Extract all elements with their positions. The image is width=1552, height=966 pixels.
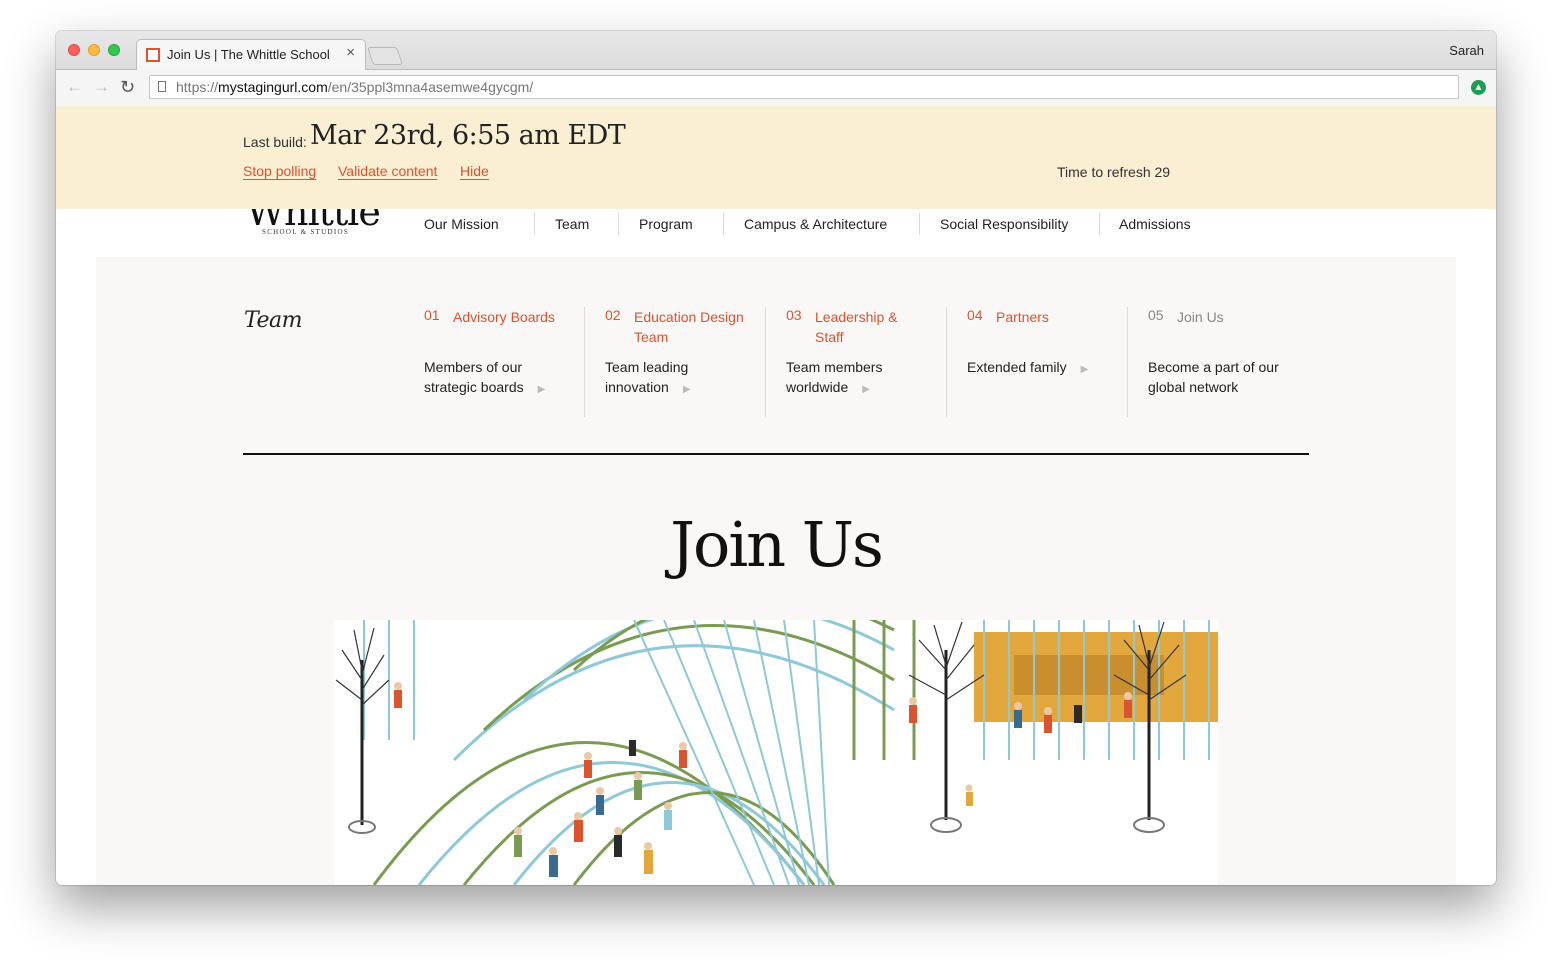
- column-divider: [765, 307, 766, 417]
- chevron-right-icon: ▶: [862, 384, 870, 395]
- logo-subtitle: SCHOOL & STUDIOS: [262, 228, 350, 236]
- browser-tab[interactable]: Join Us | The Whittle School ×: [136, 39, 366, 70]
- tab-close-icon[interactable]: ×: [346, 45, 355, 61]
- chevron-right-icon: ▶: [682, 384, 691, 395]
- section-divider: [243, 453, 1309, 455]
- site-navigation: Whittle SCHOOL & STUDIOS Our Mission Tea…: [56, 209, 1496, 257]
- last-build-label: Last build:: [243, 134, 307, 150]
- url-text: https://mystagingurl.com/en/35ppl3mna4as…: [176, 79, 533, 95]
- nav-our-mission[interactable]: Our Mission: [424, 216, 499, 232]
- zoom-window-button[interactable]: [108, 44, 120, 56]
- column-divider: [946, 307, 947, 417]
- subnav-name: Education Design Team: [634, 309, 744, 345]
- close-window-button[interactable]: [68, 44, 80, 56]
- subnav-desc-text: Become a part of our global network: [1148, 359, 1279, 395]
- hero-illustration: [334, 620, 1218, 885]
- nav-social-responsibility[interactable]: Social Responsibility: [940, 216, 1068, 232]
- subnav-description: Extended family ▶: [967, 357, 1117, 380]
- nav-team[interactable]: Team: [555, 216, 589, 232]
- subnav-name: Leadership & Staff: [815, 309, 898, 345]
- subnav-number: 01: [424, 307, 440, 323]
- subnav-desc-text: Team leading innovation: [605, 359, 689, 395]
- subnav-number: 02: [605, 307, 621, 323]
- back-arrow-icon[interactable]: ←: [66, 77, 83, 97]
- page-heading: Join Us: [670, 508, 884, 581]
- extension-icon[interactable]: ▲: [1471, 80, 1486, 95]
- tab-title: Join Us | The Whittle School: [167, 47, 330, 62]
- page-icon: [158, 81, 166, 92]
- address-bar[interactable]: https://mystagingurl.com/en/35ppl3mna4as…: [149, 75, 1459, 99]
- title-bar: Join Us | The Whittle School × Sarah: [56, 31, 1496, 70]
- subnav-name: Advisory Boards: [453, 309, 555, 325]
- hide-banner-link[interactable]: Hide: [460, 163, 489, 179]
- section-title: Team: [244, 308, 302, 333]
- stop-polling-link[interactable]: Stop polling: [243, 163, 316, 179]
- subnav-description: Team leading innovation ▶: [605, 357, 715, 400]
- profile-name[interactable]: Sarah: [1449, 43, 1484, 58]
- nav-divider: [919, 213, 920, 235]
- reload-icon[interactable]: ↻: [120, 77, 135, 97]
- column-divider: [584, 307, 585, 417]
- nav-divider: [618, 213, 619, 235]
- validate-content-link[interactable]: Validate content: [338, 163, 437, 179]
- subnav-description: Members of our strategic boards ▶: [424, 357, 554, 400]
- content-panel: Team 01 Advisory Boards Members of our s…: [96, 257, 1456, 885]
- build-status-banner: Last build: Mar 23rd, 6:55 am EDT Stop p…: [56, 106, 1496, 209]
- last-build-date: Mar 23rd, 6:55 am EDT: [310, 120, 626, 151]
- subnav-number: 03: [786, 307, 802, 323]
- url-prefix: https://: [176, 79, 219, 95]
- chevron-right-icon: ▶: [537, 384, 546, 395]
- subnav-number: 04: [967, 307, 983, 323]
- campus-illustration: [334, 620, 1218, 885]
- nav-program[interactable]: Program: [639, 216, 693, 232]
- nav-divider: [1099, 213, 1100, 235]
- new-tab-button[interactable]: [367, 47, 403, 65]
- chevron-right-icon: ▶: [1080, 364, 1089, 375]
- browser-toolbar: ← → ↻ https://mystagingurl.com/en/35ppl3…: [56, 70, 1496, 107]
- nav-divider: [534, 213, 535, 235]
- url-domain: mystagingurl.com: [218, 79, 328, 95]
- refresh-countdown: Time to refresh 29: [1057, 164, 1171, 180]
- forward-arrow-icon[interactable]: →: [93, 77, 110, 97]
- browser-window: Join Us | The Whittle School × Sarah ← →…: [56, 31, 1496, 885]
- subnav-name: Partners: [996, 309, 1049, 325]
- subnav-number: 05: [1148, 307, 1164, 323]
- nav-campus-architecture[interactable]: Campus & Architecture: [744, 216, 887, 232]
- subnav-name: Join Us: [1177, 309, 1224, 325]
- column-divider: [1127, 307, 1128, 417]
- subnav-desc-text: Extended family: [967, 359, 1067, 375]
- url-path: /en/35ppl3mna4asemwe4gycgm/: [327, 79, 534, 95]
- subnav-desc-text: Members of our strategic boards: [424, 359, 524, 395]
- nav-divider: [723, 213, 724, 235]
- subnav-description: Team members worldwide ▶: [786, 357, 896, 400]
- favicon-icon: [146, 48, 160, 62]
- nav-admissions[interactable]: Admissions: [1119, 216, 1191, 232]
- subnav-description: Become a part of our global network: [1148, 357, 1298, 397]
- minimize-window-button[interactable]: [88, 44, 100, 56]
